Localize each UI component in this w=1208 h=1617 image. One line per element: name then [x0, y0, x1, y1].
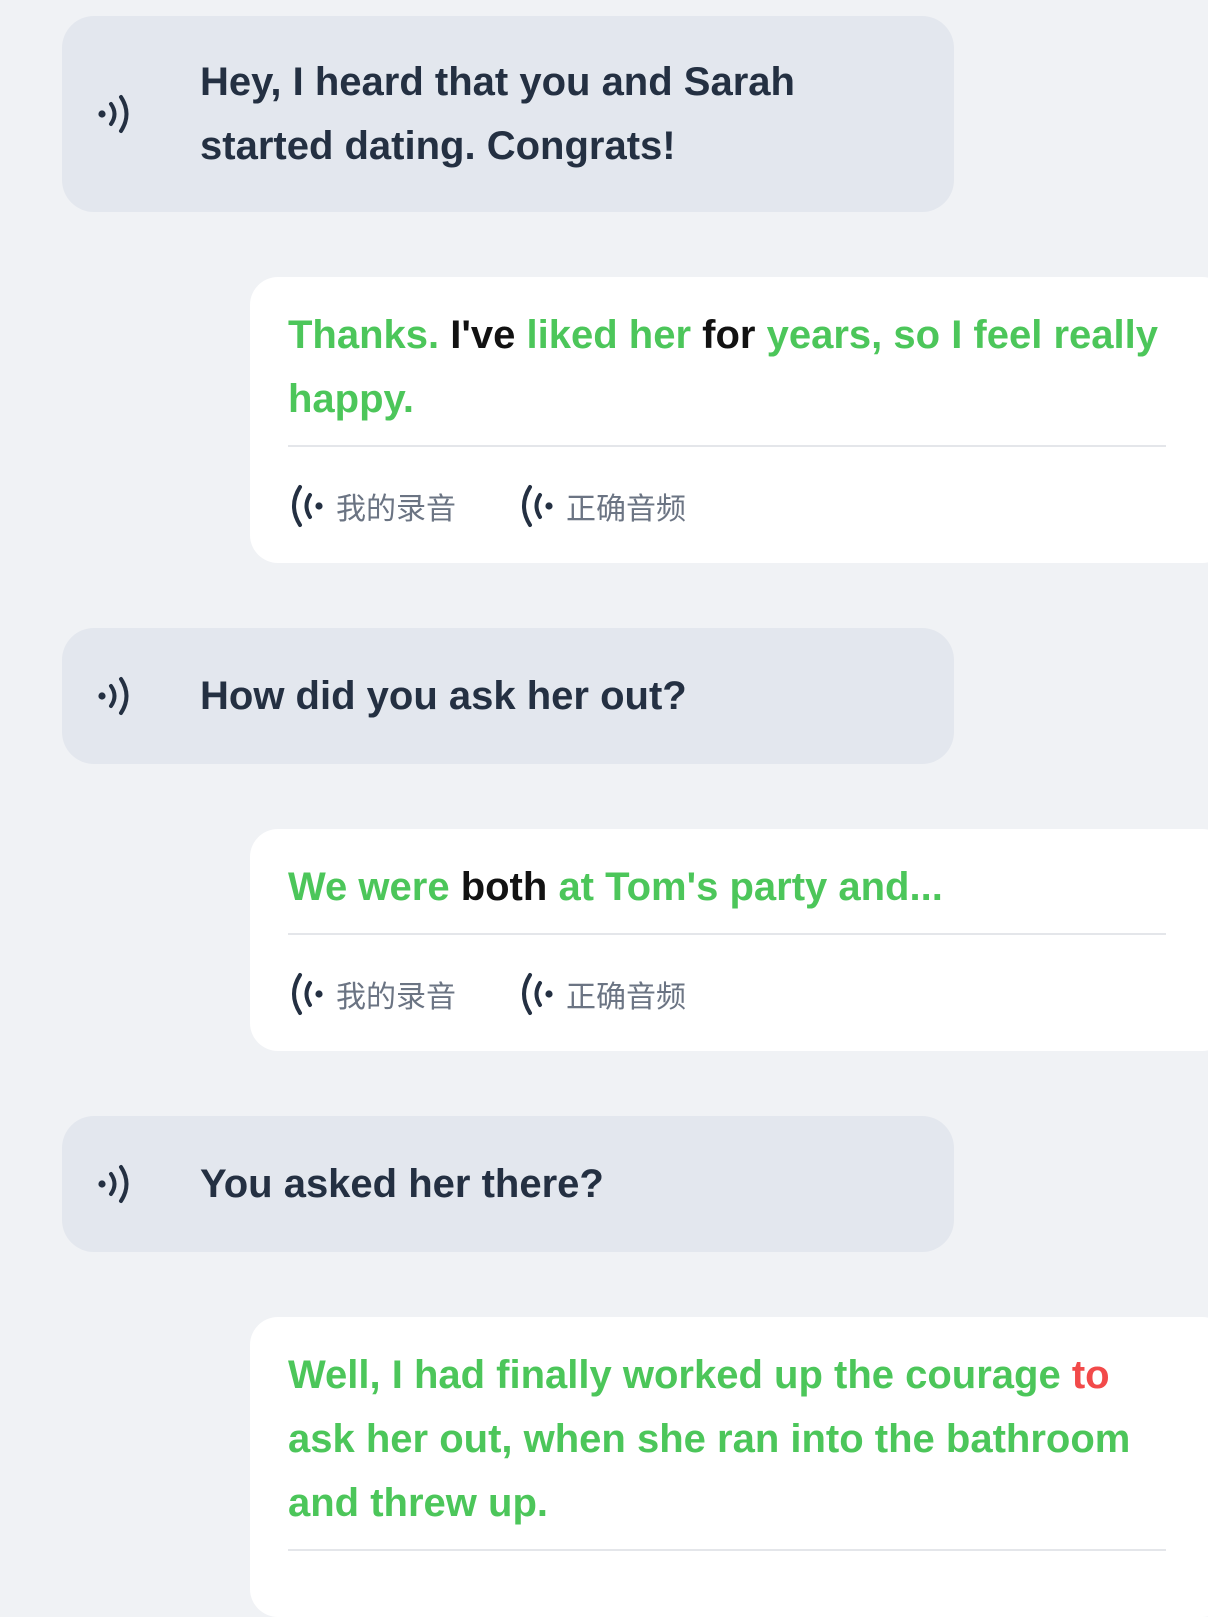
answer-word: at Tom's party and...: [558, 865, 943, 909]
learner-message-1: Thanks. I've liked her for years, so I f…: [250, 277, 1208, 563]
my-recording-label: 我的录音: [336, 980, 456, 1015]
my-recording-button[interactable]: 我的录音: [288, 483, 456, 529]
partner-message-text: You asked her there?: [200, 1162, 604, 1206]
learner-message-2: We were both at Tom's party and... 我的录音 …: [250, 829, 1208, 1051]
speaker-waves-icon[interactable]: [96, 1159, 140, 1209]
answer-word: I've: [450, 313, 516, 357]
audio-controls: 我的录音 正确音频: [288, 935, 1188, 1053]
learner-answer-text: Well, I had finally worked up the courag…: [288, 1343, 1168, 1535]
answer-word: liked her: [526, 313, 692, 357]
partner-message-2: How did you ask her out?: [62, 628, 954, 764]
correct-audio-label: 正确音频: [566, 980, 686, 1015]
answer-word: Well, I had finally worked up the courag…: [288, 1353, 1061, 1397]
correct-audio-button[interactable]: 正确音频: [518, 483, 686, 529]
answer-word: both: [460, 865, 548, 909]
speaker-waves-icon[interactable]: [96, 89, 140, 139]
partner-message-1: Hey, I heard that you and Sarah started …: [62, 16, 954, 212]
learner-message-3: Well, I had finally worked up the courag…: [250, 1317, 1208, 1617]
signal-waves-icon: [522, 973, 553, 1015]
answer-word: to: [1071, 1353, 1110, 1397]
signal-waves-icon: [292, 973, 323, 1015]
speaker-waves-icon[interactable]: [96, 671, 140, 721]
divider: [288, 1549, 1166, 1551]
correct-audio-label: 正确音频: [566, 492, 686, 527]
answer-word: for: [702, 313, 756, 357]
my-recording-label: 我的录音: [336, 492, 456, 527]
partner-message-3: You asked her there?: [62, 1116, 954, 1252]
answer-word: ask her out, when she ran into the bathr…: [288, 1417, 1131, 1525]
partner-message-text: Hey, I heard that you and Sarah started …: [200, 60, 795, 168]
my-recording-button[interactable]: 我的录音: [288, 971, 456, 1017]
correct-audio-button[interactable]: 正确音频: [518, 971, 686, 1017]
learner-answer-text: We were both at Tom's party and...: [288, 855, 1168, 919]
audio-controls: 我的录音 正确音频: [288, 447, 1188, 565]
signal-waves-icon: [292, 485, 323, 527]
learner-answer-text: Thanks. I've liked her for years, so I f…: [288, 303, 1168, 431]
signal-waves-icon: [522, 485, 553, 527]
partner-message-text: How did you ask her out?: [200, 674, 687, 718]
answer-word: Thanks.: [288, 313, 440, 357]
answer-word: We were: [288, 865, 450, 909]
